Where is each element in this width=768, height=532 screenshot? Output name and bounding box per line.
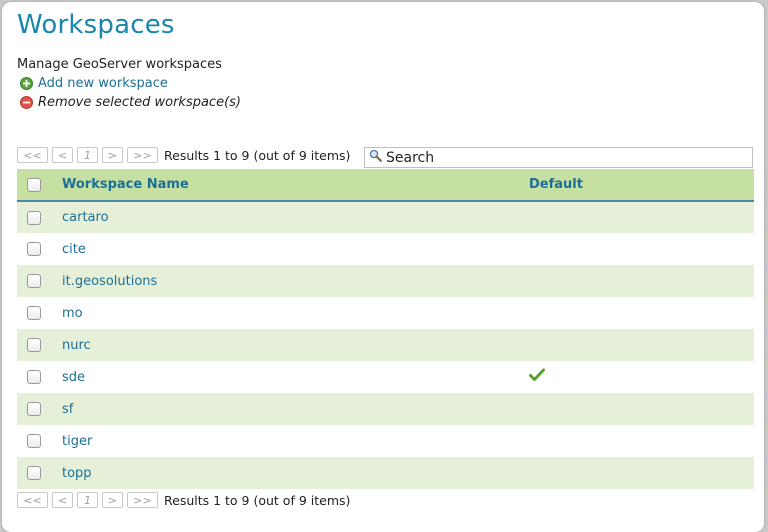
table-row: it.geosolutions — [17, 265, 754, 297]
pager-page-1[interactable]: 1 — [77, 492, 98, 508]
table-row: nurc — [17, 329, 754, 361]
add-workspace-label[interactable]: Add new workspace — [38, 76, 168, 91]
workspace-name-link[interactable]: sf — [62, 402, 73, 417]
pager-page-1[interactable]: 1 — [77, 147, 98, 163]
table-row: topp — [17, 457, 754, 489]
pager-last-button[interactable]: >> — [127, 147, 158, 163]
pager-next-button[interactable]: > — [102, 492, 123, 508]
page-subtitle: Manage GeoServer workspaces — [17, 57, 222, 72]
table-row: mo — [17, 297, 754, 329]
pager-last-button[interactable]: >> — [127, 492, 158, 508]
workspace-name-link[interactable]: nurc — [62, 338, 91, 353]
pager-next-button[interactable]: > — [102, 147, 123, 163]
row-checkbox[interactable] — [27, 434, 41, 448]
table-header-row: Workspace Name Default — [17, 169, 754, 202]
row-checkbox[interactable] — [27, 210, 41, 225]
search-box[interactable] — [364, 147, 753, 168]
default-check-icon — [529, 368, 545, 386]
pager-first-button[interactable]: << — [17, 147, 48, 163]
workspace-name-link[interactable]: cartaro — [62, 210, 109, 225]
page-title: Workspaces — [17, 10, 175, 40]
pager-prev-button[interactable]: < — [52, 492, 73, 508]
row-checkbox[interactable] — [27, 402, 41, 416]
magnifier-icon — [369, 149, 382, 166]
minus-circle-icon — [20, 96, 33, 109]
plus-circle-icon — [20, 77, 33, 90]
column-header-default[interactable]: Default — [529, 169, 754, 202]
add-workspace-link[interactable]: Add new workspace — [20, 76, 168, 91]
pager-first-button[interactable]: << — [17, 492, 48, 508]
remove-workspace-link[interactable]: Remove selected workspace(s) — [20, 95, 241, 110]
workspace-name-link[interactable]: cite — [62, 242, 86, 257]
row-checkbox[interactable] — [27, 338, 41, 352]
table-row: cartaro — [17, 201, 754, 233]
row-checkbox[interactable] — [27, 466, 41, 480]
column-header-workspace-name[interactable]: Workspace Name — [62, 169, 529, 202]
workspace-name-link[interactable]: it.geosolutions — [62, 274, 157, 289]
row-checkbox[interactable] — [27, 274, 41, 288]
row-checkbox[interactable] — [27, 306, 41, 320]
table-row: tiger — [17, 425, 754, 457]
workspace-name-link[interactable]: mo — [62, 306, 83, 321]
results-count: Results 1 to 9 (out of 9 items) — [164, 147, 351, 163]
table-row: sde — [17, 361, 754, 393]
pager-bottom: << < 1 > >> Results 1 to 9 (out of 9 ite… — [17, 492, 350, 508]
workspaces-table: Workspace Name Default cartaro cite it.geo… — [17, 169, 754, 489]
pager-prev-button[interactable]: < — [52, 147, 73, 163]
workspace-name-link[interactable]: topp — [62, 466, 92, 481]
remove-workspace-label[interactable]: Remove selected workspace(s) — [38, 95, 241, 110]
row-checkbox[interactable] — [27, 370, 41, 384]
workspace-name-link[interactable]: sde — [62, 370, 85, 385]
workspaces-panel: Workspaces Manage GeoServer workspaces A… — [2, 2, 764, 532]
select-all-checkbox[interactable] — [27, 177, 41, 192]
row-checkbox[interactable] — [27, 242, 41, 256]
workspace-name-link[interactable]: tiger — [62, 434, 92, 449]
table-row: cite — [17, 233, 754, 265]
pager-top: << < 1 > >> Results 1 to 9 (out of 9 ite… — [17, 147, 350, 163]
table-row: sf — [17, 393, 754, 425]
results-count: Results 1 to 9 (out of 9 items) — [164, 492, 351, 508]
search-input[interactable] — [386, 149, 736, 166]
